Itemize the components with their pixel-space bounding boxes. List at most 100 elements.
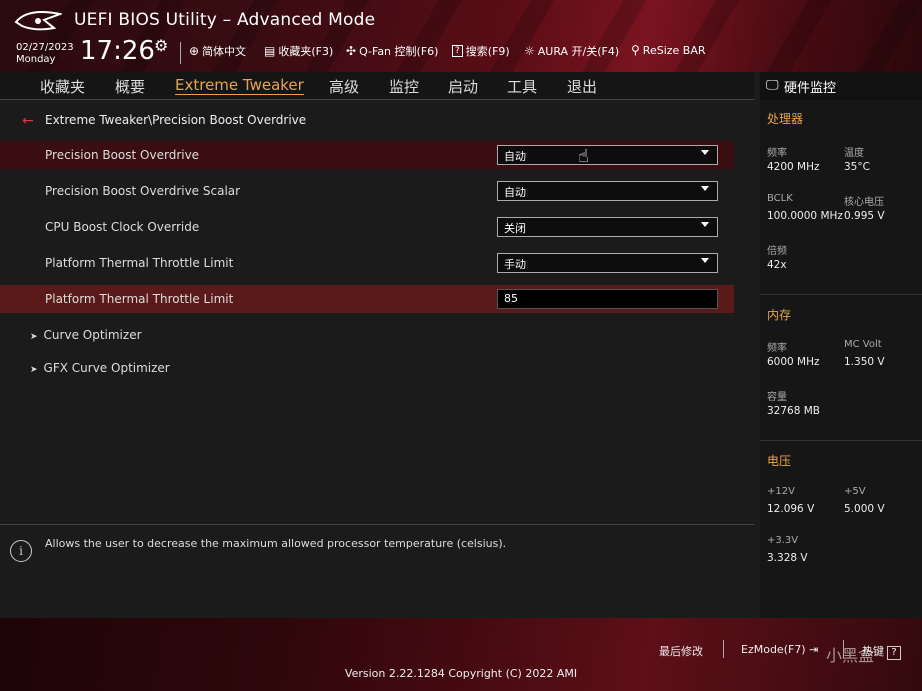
ratio-value: 42x	[767, 259, 787, 271]
cpu-section-title: 处理器	[767, 112, 804, 126]
thermal-throttle-mode-dropdown[interactable]: 手动	[497, 253, 718, 273]
favorites-label: 收藏夹(F3)	[278, 45, 334, 58]
voltage-section-title: 电压	[767, 454, 792, 468]
qfan-label: Q-Fan 控制(F6)	[359, 45, 439, 58]
app-title: UEFI BIOS Utility – Advanced Mode	[74, 10, 376, 30]
cpu-boost-clock-override-dropdown[interactable]: 关闭	[497, 217, 718, 237]
input-value: 85	[504, 292, 518, 305]
footer-bar: 最后修改 EzMode(F7) ⇥ 热键? 小黑盒 Version 2.22.1…	[0, 618, 922, 691]
search-label: 搜索(F9)	[465, 45, 510, 58]
search-button[interactable]: ? 搜索(F9)	[452, 43, 510, 59]
dropdown-value: 关闭	[504, 222, 526, 235]
watermark: 小黑盒	[826, 646, 875, 665]
chevron-down-icon	[701, 222, 709, 227]
hand-cursor-icon: ☝	[578, 146, 589, 167]
help-text: Allows the user to decrease the maximum …	[45, 537, 507, 550]
settings-panel: ← Extreme Tweaker\Precision Boost Overdr…	[0, 100, 754, 518]
divider	[760, 440, 922, 441]
aura-button[interactable]: ☼ AURA 开/关(F4)	[524, 43, 619, 59]
pbo-scalar-dropdown[interactable]: 自动	[497, 181, 718, 201]
cpu-freq-label: 频率	[767, 148, 787, 159]
tab-monitor[interactable]: 监控	[389, 76, 419, 97]
date-text: 02/27/2023	[16, 42, 74, 53]
hardware-monitor-panel: 🖵 硬件监控 处理器 频率 温度 4200 MHz 35°C BCLK 核心电压…	[760, 72, 922, 618]
weekday-text: Monday	[16, 54, 56, 65]
dropdown-value: 自动	[504, 150, 526, 163]
language-label: 简体中文	[202, 45, 247, 58]
hardware-monitor-title: 硬件监控	[784, 81, 837, 96]
v33-label: +3.3V	[767, 535, 799, 546]
tab-favorites[interactable]: 收藏夹	[40, 76, 85, 97]
setting-row-cpu-boost-clock-override[interactable]: CPU Boost Clock Override 关闭	[0, 213, 734, 241]
language-button[interactable]: ⊕ 简体中文	[189, 43, 246, 59]
bclk-label: BCLK	[767, 193, 793, 204]
mem-cap-value: 32768 MB	[767, 405, 821, 417]
aura-label: AURA 开/关(F4)	[537, 45, 620, 58]
version-text: Version 2.22.1284 Copyright (C) 2022 AMI	[344, 667, 578, 680]
submenu-gfx-curve-optimizer[interactable]: ➤ GFX Curve Optimizer	[30, 361, 170, 375]
favorites-button[interactable]: ▤ 收藏夹(F3)	[264, 43, 333, 59]
cpu-temp-value: 35°C	[844, 161, 870, 173]
thermal-throttle-limit-input[interactable]: 85	[497, 289, 718, 309]
rog-logo-icon	[14, 11, 62, 31]
pbo-dropdown[interactable]: 自动	[497, 145, 718, 165]
dropdown-value: 手动	[504, 258, 526, 271]
tab-exit[interactable]: 退出	[567, 76, 597, 97]
resize-bar-icon: ⚲	[631, 43, 640, 57]
breadcrumb: Extreme Tweaker\Precision Boost Overdriv…	[45, 113, 307, 127]
date-display: 02/27/2023 Monday	[16, 42, 74, 66]
ezmode-button[interactable]: EzMode(F7) ⇥	[741, 643, 818, 656]
setting-label: Platform Thermal Throttle Limit	[45, 292, 234, 306]
divider	[760, 294, 922, 295]
resize-bar-button[interactable]: ⚲ ReSize BAR	[631, 43, 706, 57]
bookmark-icon: ▤	[264, 44, 276, 58]
dropdown-value: 自动	[504, 186, 526, 199]
ezmode-label: EzMode(F7)	[741, 643, 806, 656]
aura-icon: ☼	[524, 44, 535, 58]
tab-tool[interactable]: 工具	[507, 76, 537, 97]
mem-freq-label: 频率	[767, 343, 787, 354]
v33-value: 3.328 V	[767, 552, 808, 564]
vcore-label: 核心电压	[844, 197, 884, 208]
tab-boot[interactable]: 启动	[448, 76, 478, 97]
mem-cap-label: 容量	[767, 392, 787, 403]
monitor-icon: 🖵	[766, 78, 779, 93]
chevron-down-icon	[701, 258, 709, 263]
bclk-value: 100.0000 MHz	[767, 210, 843, 222]
hardware-monitor-header: 🖵 硬件监控	[760, 72, 922, 100]
tab-extreme-tweaker[interactable]: Extreme Tweaker	[175, 76, 304, 95]
v12-label: +12V	[767, 486, 795, 497]
exit-arrow-icon: ⇥	[805, 643, 819, 656]
setting-row-pbo-scalar[interactable]: Precision Boost Overdrive Scalar 自动	[0, 177, 734, 205]
back-arrow-icon[interactable]: ←	[22, 113, 34, 129]
setting-row-pbo[interactable]: Precision Boost Overdrive 自动	[0, 141, 734, 169]
gear-icon[interactable]: ⚙	[154, 36, 168, 55]
chevron-right-icon: ➤	[30, 332, 38, 342]
globe-icon: ⊕	[189, 44, 200, 58]
info-icon: i	[10, 540, 32, 562]
divider	[180, 42, 181, 64]
ratio-label: 倍频	[767, 246, 787, 257]
setting-row-thermal-throttle-mode[interactable]: Platform Thermal Throttle Limit 手动	[0, 249, 734, 277]
setting-row-thermal-throttle-limit[interactable]: Platform Thermal Throttle Limit 85	[0, 285, 734, 313]
cpu-temp-label: 温度	[844, 148, 864, 159]
tab-advanced[interactable]: 高级	[329, 76, 359, 97]
cpu-freq-value: 4200 MHz	[767, 161, 820, 173]
last-modified-button[interactable]: 最后修改	[659, 643, 703, 659]
memory-section-title: 内存	[767, 308, 792, 322]
setting-label: Precision Boost Overdrive	[45, 148, 200, 162]
submenu-label: GFX Curve Optimizer	[43, 361, 170, 375]
fan-icon: ✣	[346, 44, 357, 58]
mc-volt-label: MC Volt	[844, 339, 882, 350]
setting-label: CPU Boost Clock Override	[45, 220, 200, 234]
tab-main[interactable]: 概要	[115, 76, 145, 97]
v5-value: 5.000 V	[844, 503, 885, 515]
submenu-curve-optimizer[interactable]: ➤ Curve Optimizer	[30, 328, 142, 342]
clock-display: 17:26	[80, 36, 155, 66]
setting-label: Precision Boost Overdrive Scalar	[45, 184, 241, 198]
chevron-right-icon: ➤	[30, 365, 38, 375]
qfan-button[interactable]: ✣ Q-Fan 控制(F6)	[346, 43, 438, 59]
chevron-down-icon	[701, 186, 709, 191]
header-bar: UEFI BIOS Utility – Advanced Mode 02/27/…	[0, 0, 922, 72]
question-icon: ?	[452, 45, 463, 57]
